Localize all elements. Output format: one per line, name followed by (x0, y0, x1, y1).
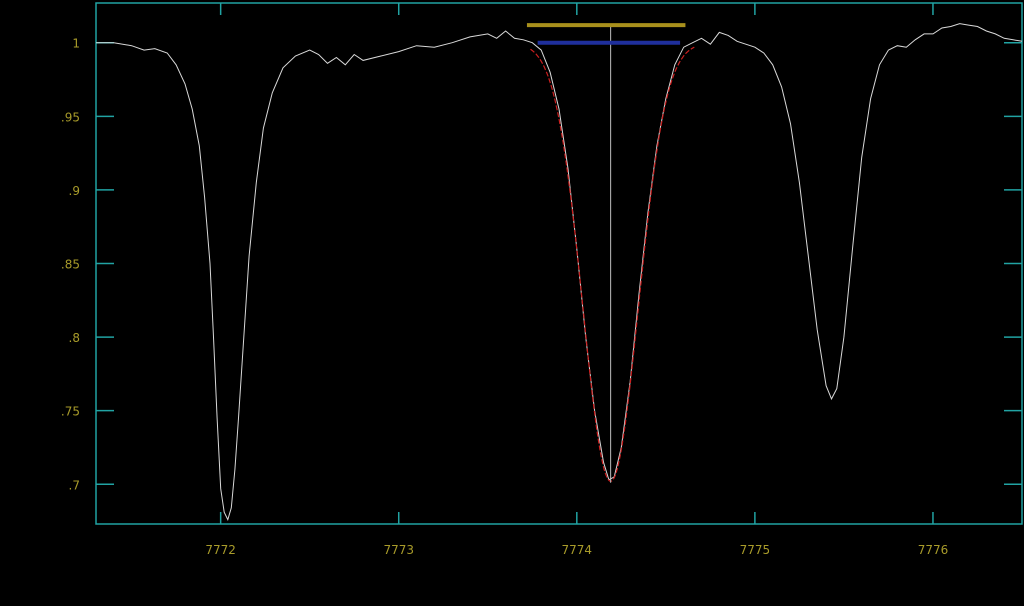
y-tick-label: .7 (69, 478, 80, 492)
y-tick-label: .8 (69, 331, 80, 345)
y-tick-label: 1 (72, 37, 80, 51)
y-tick-label: .9 (69, 184, 80, 198)
plot-background (0, 0, 1024, 606)
y-tick-label: .95 (61, 110, 80, 124)
x-tick-label: 7776 (918, 543, 949, 557)
x-tick-label: 7772 (205, 543, 236, 557)
y-tick-label: .75 (61, 405, 80, 419)
x-tick-label: 7774 (562, 543, 593, 557)
x-tick-label: 7775 (740, 543, 771, 557)
y-tick-label: .85 (61, 258, 80, 272)
spectrum-plot: 7772 7773 7774 7775 7776 1 .95 .9 .85 .8 .75 .7 (0, 0, 1024, 606)
x-tick-label: 7773 (383, 543, 414, 557)
